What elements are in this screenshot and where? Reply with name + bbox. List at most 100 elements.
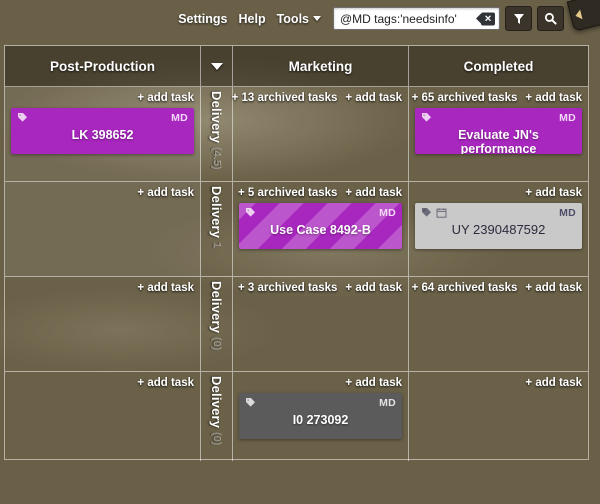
board-rows: + add task MD LK 398652 Delivery (4.5) + 13 a… — [5, 87, 588, 461]
swimlane-name[interactable]: Delivery — [209, 281, 224, 333]
task-card[interactable]: MD Use Case 8492-B — [239, 203, 402, 249]
swimlane-label-cell[interactable]: Delivery 1 — [201, 182, 233, 276]
tag-icon — [421, 112, 432, 123]
add-task-link[interactable]: + add task — [525, 187, 582, 199]
card-icons — [421, 207, 447, 218]
add-task-link[interactable]: + add task — [345, 92, 402, 104]
column-header-marketing[interactable]: Marketing — [233, 46, 409, 86]
board-cell-completed[interactable]: + add task — [409, 372, 588, 461]
swimlane-label-cell[interactable]: Delivery (0) — [201, 372, 233, 461]
menu-tools[interactable]: Tools — [277, 12, 321, 26]
task-card[interactable]: MD UY 2390487592 — [415, 203, 582, 249]
add-task-link[interactable]: + add task — [137, 282, 194, 294]
archived-tasks-link[interactable]: + 3 archived tasks — [238, 282, 337, 294]
task-card[interactable]: MD Evaluate JN's performance — [415, 108, 582, 154]
cell-actions: + 5 archived tasks + add task — [238, 186, 402, 200]
card-assignee: MD — [171, 111, 188, 124]
column-header-post-production[interactable]: Post-Production — [5, 46, 201, 86]
add-task-link[interactable]: + add task — [525, 377, 582, 389]
menu-help[interactable]: Help — [239, 12, 266, 26]
board-cell-marketing[interactable]: + 3 archived tasks + add task — [233, 277, 409, 371]
cell-actions: + add task — [239, 376, 402, 390]
board-header-row: Post-Production Marketing Completed — [5, 46, 588, 87]
cell-actions: + add task — [11, 376, 194, 390]
column-header-swimlane-toggle[interactable] — [201, 46, 233, 86]
tag-icon — [245, 207, 256, 218]
card-assignee: MD — [379, 396, 396, 409]
swimlane-count: 1 — [210, 242, 223, 249]
column-header-completed[interactable]: Completed — [409, 46, 588, 86]
card-top: MD — [421, 206, 576, 219]
add-task-link[interactable]: + add task — [345, 187, 402, 199]
board-cell-post-production[interactable]: + add task MD LK 398652 — [5, 87, 201, 181]
cell-actions: + add task — [415, 186, 582, 200]
chevron-down-icon — [210, 62, 223, 70]
swimlane-name[interactable]: Delivery — [209, 91, 224, 143]
kanban-board: Post-Production Marketing Completed + ad… — [4, 45, 589, 461]
archived-tasks-link[interactable]: + 65 archived tasks — [412, 92, 518, 104]
cell-actions: + 13 archived tasks + add task — [232, 91, 402, 105]
card-title: Evaluate JN's performance — [458, 128, 539, 154]
swimlane-name[interactable]: Delivery — [209, 376, 224, 428]
swimlane-count: (0) — [210, 432, 223, 446]
board-cell-completed[interactable]: + add task MD UY 2390487592 — [409, 182, 588, 276]
add-task-link[interactable]: + add task — [137, 377, 194, 389]
search-button[interactable] — [537, 6, 564, 31]
search-input[interactable] — [334, 9, 477, 28]
search-magnifier-icon — [544, 12, 557, 25]
swimlane-row: + add task Delivery (0) + 3 archived tasks +… — [5, 277, 588, 372]
board-cell-marketing[interactable]: + 13 archived tasks + add task — [232, 87, 409, 181]
card-top: MD — [17, 111, 188, 124]
clear-x-icon[interactable]: ✕ — [476, 12, 495, 25]
swimlane-count: (0) — [210, 337, 223, 351]
card-assignee: MD — [379, 206, 396, 219]
card-assignee: MD — [559, 206, 576, 219]
filter-button[interactable] — [505, 6, 532, 31]
search-box[interactable]: ✕ — [333, 7, 500, 30]
add-task-link[interactable]: + add task — [137, 92, 194, 104]
arrow-left-icon — [574, 9, 583, 21]
card-assignee: MD — [559, 111, 576, 124]
swimlane-label-cell[interactable]: Delivery (0) — [201, 277, 233, 371]
add-task-link[interactable]: + add task — [137, 187, 194, 199]
calendar-icon — [436, 207, 447, 218]
card-title: UY 2390487592 — [451, 222, 546, 237]
filter-funnel-icon — [513, 13, 524, 24]
task-card[interactable]: MD I0 273092 — [239, 393, 402, 439]
swimlane-label-cell[interactable]: Delivery (4.5) — [201, 87, 233, 181]
board-cell-marketing[interactable]: + add task MD I0 273092 — [233, 372, 409, 461]
swimlane-row: + add task Delivery 1 + 5 archived tasks + a… — [5, 182, 588, 277]
archived-tasks-link[interactable]: + 13 archived tasks — [232, 92, 338, 104]
chevron-down-icon — [313, 16, 321, 21]
board-cell-post-production[interactable]: + add task — [5, 277, 201, 371]
add-task-link[interactable]: + add task — [525, 282, 582, 294]
add-task-link[interactable]: + add task — [345, 282, 402, 294]
task-card[interactable]: MD LK 398652 — [11, 108, 194, 154]
tag-icon — [245, 397, 256, 408]
card-title: LK 398652 — [71, 128, 134, 142]
board-cell-completed[interactable]: + 64 archived tasks + add task — [409, 277, 588, 371]
cell-actions: + add task — [11, 186, 194, 200]
card-icons — [17, 112, 28, 123]
archived-tasks-link[interactable]: + 64 archived tasks — [412, 282, 518, 294]
board-cell-marketing[interactable]: + 5 archived tasks + add task MD Use Case 8… — [233, 182, 409, 276]
cell-actions: + add task — [415, 376, 582, 390]
card-top: MD — [245, 206, 396, 219]
menu-settings[interactable]: Settings — [178, 12, 227, 26]
swimlane-name[interactable]: Delivery — [209, 186, 224, 238]
add-task-link[interactable]: + add task — [525, 92, 582, 104]
cell-actions: + add task — [11, 281, 194, 295]
cell-actions: + 65 archived tasks + add task — [412, 91, 582, 105]
board-cell-post-production[interactable]: + add task — [5, 182, 201, 276]
cell-actions: + 3 archived tasks + add task — [238, 281, 402, 295]
board-cell-completed[interactable]: + 65 archived tasks + add task MD Evaluate … — [409, 87, 588, 181]
board-cell-post-production[interactable]: + add task — [5, 372, 201, 461]
card-icons — [245, 207, 256, 218]
card-top: MD — [245, 396, 396, 409]
archived-tasks-link[interactable]: + 5 archived tasks — [238, 187, 337, 199]
card-title: Use Case 8492-B — [270, 223, 371, 237]
card-top: MD — [421, 111, 576, 124]
top-toolbar: Settings Help Tools ✕ — [0, 0, 600, 37]
card-icons — [245, 397, 256, 408]
add-task-link[interactable]: + add task — [345, 377, 402, 389]
